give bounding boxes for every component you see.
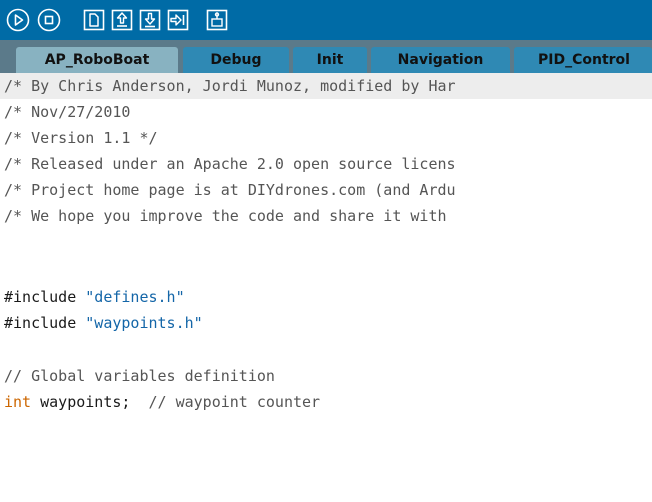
tab-ap-roboboat[interactable]: AP_RoboBoat [16, 47, 178, 73]
upload-icon [166, 8, 190, 32]
code-line: #include "waypoints.h" [0, 310, 652, 336]
open-icon [110, 8, 134, 32]
save-icon [138, 8, 162, 32]
code-string: "defines.h" [85, 288, 185, 306]
code-string: "waypoints.h" [85, 314, 203, 332]
tab-navigation[interactable]: Navigation [371, 47, 510, 73]
new-file-icon [82, 8, 106, 32]
code-line: /* Released under an Apache 2.0 open sou… [0, 151, 652, 177]
new-button[interactable] [82, 8, 106, 32]
upload-button[interactable] [166, 8, 190, 32]
open-button[interactable] [110, 8, 134, 32]
code-line: /* We hope you improve the code and shar… [0, 203, 652, 229]
stop-icon [37, 8, 61, 32]
run-button[interactable] [6, 8, 30, 32]
code-preprocessor: #include [4, 288, 86, 306]
tab-label: Init [316, 52, 344, 68]
code-comment: /* Project home page is at DIYdrones.com… [4, 181, 456, 199]
tab-label: AP_RoboBoat [44, 52, 150, 68]
save-button[interactable] [138, 8, 162, 32]
code-line: /* Project home page is at DIYdrones.com… [0, 177, 652, 203]
code-line: // Global variables definition [0, 363, 652, 389]
code-text: waypoints; [31, 393, 149, 411]
code-line: /* Version 1.1 */ [0, 125, 652, 151]
code-line: int waypoints; // waypoint counter [0, 389, 652, 415]
tab-debug[interactable]: Debug [183, 47, 289, 73]
play-icon [6, 8, 30, 32]
stop-button[interactable] [37, 8, 61, 32]
tab-label: Navigation [397, 52, 484, 68]
code-comment: /* Released under an Apache 2.0 open sou… [4, 155, 456, 173]
code-line: #include "defines.h" [0, 284, 652, 310]
code-comment: /* Nov/27/2010 [4, 103, 131, 121]
code-comment: // waypoint counter [148, 393, 321, 411]
tab-init[interactable]: Init [293, 47, 367, 73]
tab-pid-control[interactable]: PID_Control [514, 47, 652, 73]
code-comment: /* By Chris Anderson, Jordi Munoz, modif… [4, 77, 456, 95]
tab-label: PID_Control [538, 52, 630, 68]
tab-bar: AP_RoboBoat Debug Init Navigation PID_Co… [0, 40, 652, 73]
toolbar [0, 0, 652, 40]
serial-monitor-icon [205, 8, 229, 32]
code-comment: // Global variables definition [4, 367, 275, 385]
code-comment: /* Version 1.1 */ [4, 129, 158, 147]
code-line: /* By Chris Anderson, Jordi Munoz, modif… [0, 73, 652, 99]
serial-monitor-button[interactable] [205, 8, 229, 32]
code-line: /* Nov/27/2010 [0, 99, 652, 125]
code-editor[interactable]: /* By Chris Anderson, Jordi Munoz, modif… [0, 73, 652, 502]
code-type-keyword: int [4, 393, 32, 411]
tab-label: Debug [210, 52, 262, 68]
code-preprocessor: #include [4, 314, 86, 332]
code-comment: /* We hope you improve the code and shar… [4, 207, 447, 225]
